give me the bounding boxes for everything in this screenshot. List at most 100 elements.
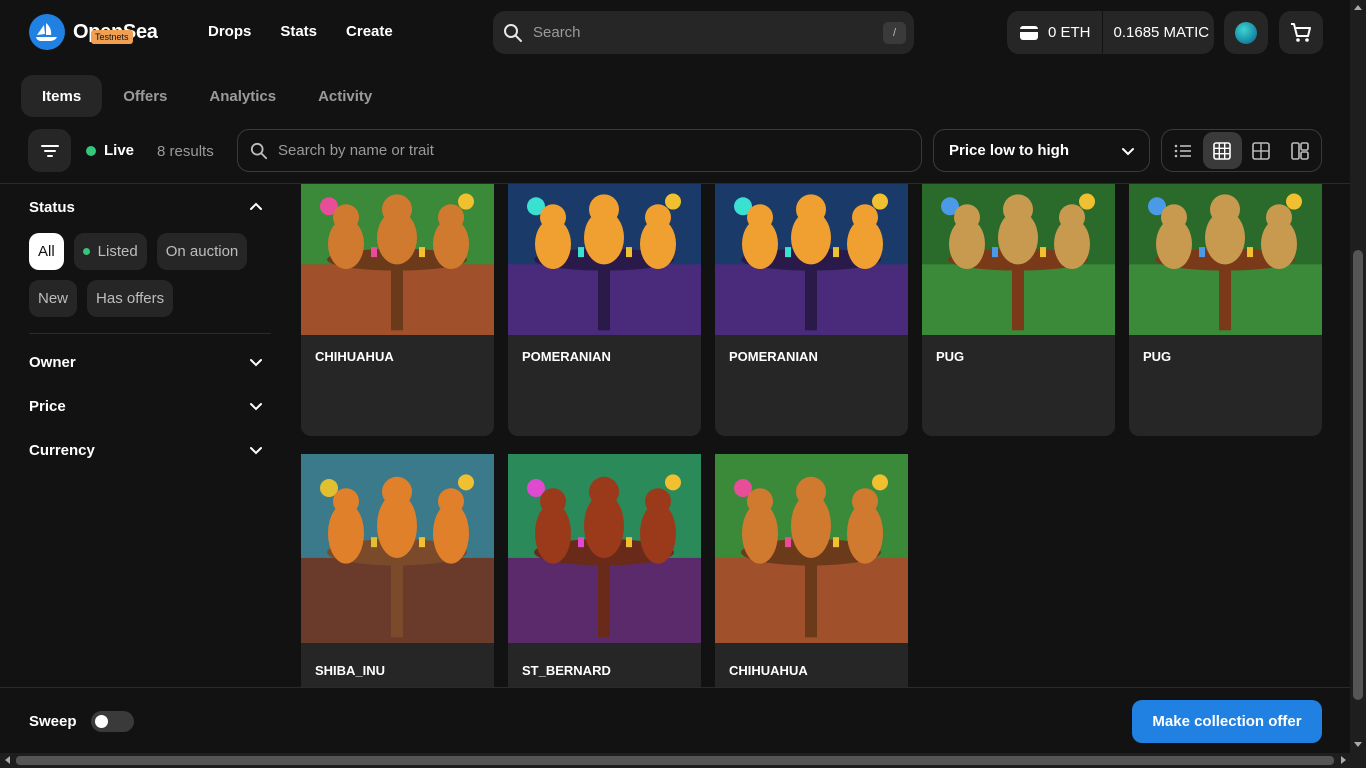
status-chip-has-offers[interactable]: Has offers: [87, 280, 174, 317]
live-label: Live: [104, 142, 135, 159]
small-grid-icon: [1213, 141, 1231, 160]
nft-image: [715, 454, 908, 643]
nft-name: PUG: [936, 349, 965, 364]
nft-card[interactable]: SHIBA_INU: [301, 454, 494, 687]
search-shortcut-key: /: [883, 22, 906, 44]
avatar: [1235, 21, 1257, 44]
nft-name: CHIHUAHUA: [729, 663, 808, 678]
small-grid-view-button[interactable]: [1202, 132, 1242, 169]
search-icon: [504, 23, 522, 42]
trait-search-input[interactable]: Search by name or trait: [237, 129, 922, 172]
currency-section-header[interactable]: Currency: [29, 428, 271, 472]
owner-section-header[interactable]: Owner: [29, 340, 271, 384]
nft-name: POMERANIAN: [522, 349, 611, 364]
listed-dot-icon: [82, 248, 90, 255]
large-grid-icon: [1252, 141, 1270, 160]
trait-search-placeholder: Search by name or trait: [278, 142, 434, 159]
cart-button[interactable]: [1279, 11, 1323, 54]
scroll-down-arrow-icon[interactable]: [1354, 742, 1362, 747]
sweep-toggle[interactable]: [91, 711, 134, 732]
status-chip-on-auction[interactable]: On auction: [156, 233, 248, 270]
global-search-input[interactable]: Search /: [493, 11, 914, 54]
status-chip-listed[interactable]: Listed: [73, 233, 147, 270]
eth-balance: 0 ETH: [1048, 24, 1091, 41]
nft-image: [1129, 184, 1322, 335]
scroll-up-arrow-icon[interactable]: [1354, 5, 1362, 10]
scroll-right-arrow-icon[interactable]: [1341, 756, 1346, 764]
nft-card[interactable]: POMERANIAN: [508, 184, 701, 436]
status-chips: All Listed On auction New Has offers: [29, 229, 271, 334]
tab-activity[interactable]: Activity: [297, 75, 393, 117]
vertical-scroll-thumb[interactable]: [1353, 250, 1363, 700]
chevron-up-icon: [250, 202, 262, 210]
sort-dropdown[interactable]: Price low to high: [933, 129, 1150, 172]
nft-image: [301, 454, 494, 643]
nft-name: SHIBA_INU: [315, 663, 386, 678]
filter-bar: Live 8 results Search by name or trait P…: [0, 128, 1350, 184]
nft-card[interactable]: POMERANIAN: [715, 184, 908, 436]
nft-image: [508, 454, 701, 643]
large-grid-view-button[interactable]: [1242, 132, 1281, 169]
nft-name: POMERANIAN: [729, 349, 818, 364]
cart-icon: [1291, 22, 1311, 42]
status-chip-all[interactable]: All: [29, 233, 64, 270]
nav-stats[interactable]: Stats: [280, 23, 317, 40]
list-view-button[interactable]: [1164, 132, 1203, 169]
nft-card[interactable]: CHIHUAHUA: [301, 184, 494, 436]
tab-items[interactable]: Items: [21, 75, 103, 117]
mosaic-view-button[interactable]: [1280, 132, 1319, 169]
list-view-icon: [1175, 144, 1192, 157]
owner-title: Owner: [29, 353, 76, 371]
wallet-divider: [1101, 11, 1103, 54]
status-chip-new[interactable]: New: [29, 280, 78, 317]
horizontal-scroll-thumb[interactable]: [16, 756, 1334, 765]
filter-icon: [40, 144, 59, 157]
account-button[interactable]: [1224, 11, 1268, 54]
top-navigation: OpenSea Testnets Drops Stats Create Sear…: [0, 0, 1350, 66]
nft-card[interactable]: CHIHUAHUA: [715, 454, 908, 687]
nft-card[interactable]: PUG: [1129, 184, 1322, 436]
wallet-icon: [1020, 25, 1038, 40]
nft-name: PUG: [1143, 349, 1172, 364]
results-count: 8 results: [157, 143, 214, 160]
nft-image: [715, 184, 908, 335]
chevron-down-icon: [250, 359, 262, 367]
tab-offers[interactable]: Offers: [102, 75, 188, 117]
nft-image: [922, 184, 1115, 335]
search-icon: [250, 142, 268, 159]
nav-create[interactable]: Create: [346, 23, 393, 40]
chevron-down-icon: [250, 447, 262, 455]
nft-card[interactable]: PUG: [922, 184, 1115, 436]
toggle-knob: [95, 715, 108, 728]
scroll-left-arrow-icon[interactable]: [5, 756, 10, 764]
nav-drops[interactable]: Drops: [208, 23, 251, 40]
horizontal-scrollbar[interactable]: [0, 753, 1366, 768]
make-collection-offer-button[interactable]: Make collection offer: [1132, 700, 1322, 743]
nft-card[interactable]: ST_BERNARD: [508, 454, 701, 687]
bottom-action-bar: Sweep Make collection offer: [0, 687, 1350, 753]
nft-image: [508, 184, 701, 335]
opensea-logo-icon: [29, 14, 65, 50]
sort-selected-value: Price low to high: [949, 142, 1070, 159]
status-section-header[interactable]: Status: [29, 185, 271, 229]
price-section-header[interactable]: Price: [29, 384, 271, 428]
wallet-balance-button[interactable]: 0 ETH 0.1685 MATIC: [1007, 11, 1214, 54]
nft-image: [301, 184, 494, 335]
filter-toggle-button[interactable]: [28, 129, 71, 172]
collapsed-sections: Owner Price Currency: [29, 340, 271, 472]
testnets-badge: Testnets: [91, 30, 133, 44]
filter-sidebar: Status All Listed On auction New Has off…: [29, 185, 271, 472]
live-dot-icon: [86, 145, 96, 156]
collection-tabs: Items Offers Analytics Activity: [21, 75, 393, 117]
nft-name: CHIHUAHUA: [315, 349, 394, 364]
live-indicator: Live: [86, 142, 134, 159]
chevron-down-icon: [250, 403, 262, 411]
mosaic-icon: [1290, 141, 1309, 160]
main-nav: Drops Stats Create: [208, 23, 393, 40]
item-grid: CHIHUAHUA POMERANIAN POMERANIAN PUG PUG SHIBA…: [301, 184, 1331, 687]
tab-analytics[interactable]: Analytics: [188, 75, 297, 117]
status-title: Status: [29, 198, 75, 216]
sweep-label: Sweep: [29, 713, 77, 730]
vertical-scrollbar[interactable]: [1350, 0, 1366, 753]
search-placeholder: Search: [533, 24, 581, 41]
